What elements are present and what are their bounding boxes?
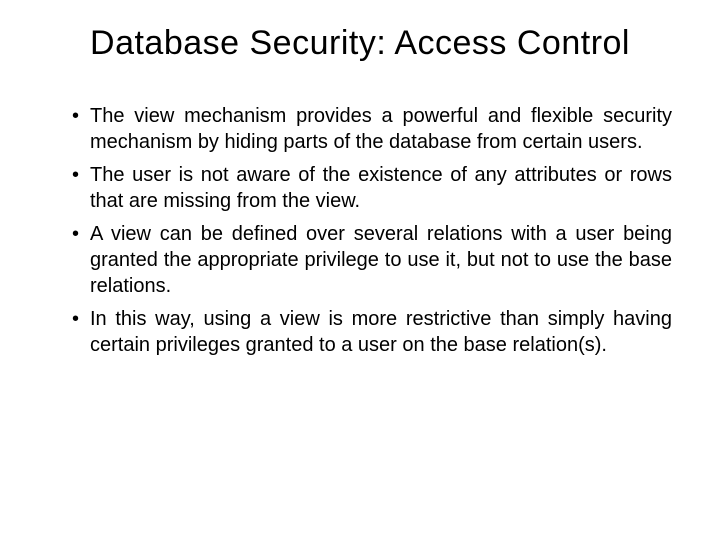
list-item: In this way, using a view is more restri… <box>72 306 672 359</box>
bullet-list: The view mechanism provides a powerful a… <box>48 103 672 359</box>
list-item: The view mechanism provides a powerful a… <box>72 103 672 156</box>
list-item: A view can be defined over several relat… <box>72 221 672 300</box>
slide-title: Database Security: Access Control <box>48 24 672 63</box>
list-item: The user is not aware of the existence o… <box>72 162 672 215</box>
